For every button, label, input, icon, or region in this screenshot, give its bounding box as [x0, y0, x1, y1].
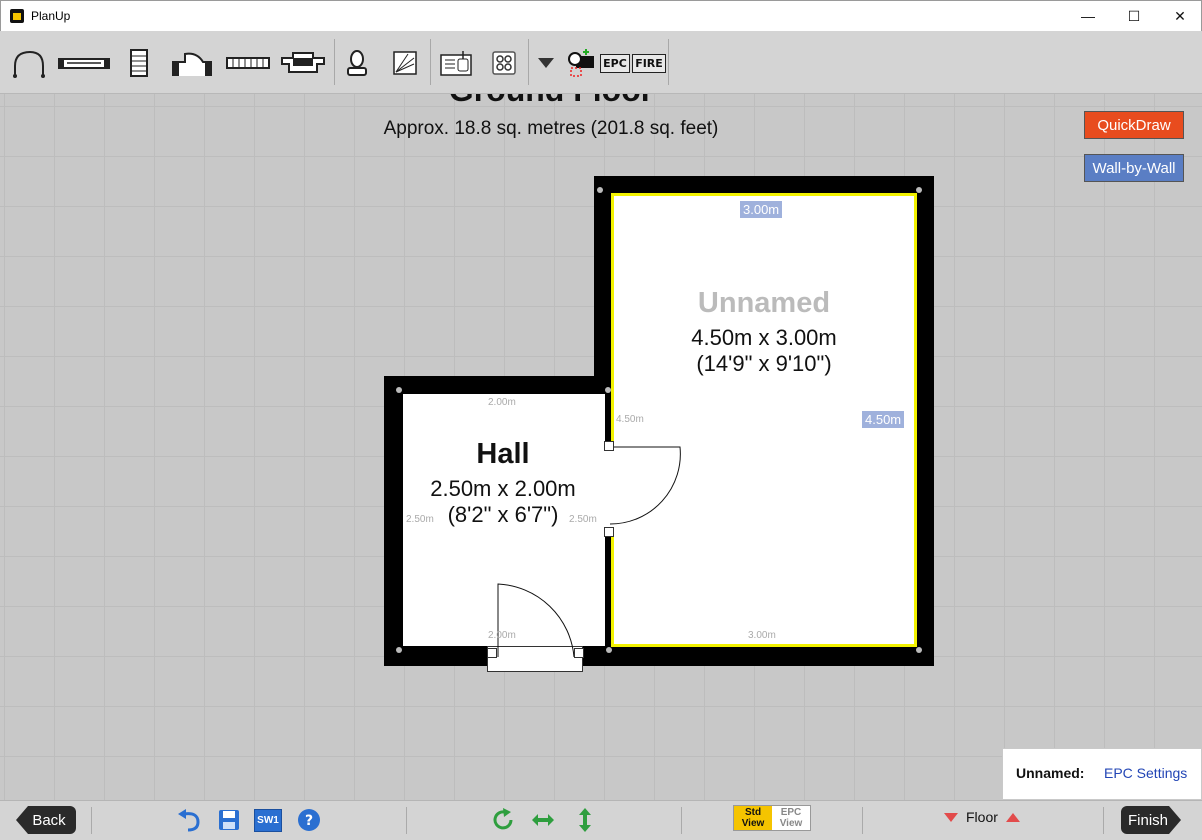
- toolbar: EPC FIRE: [0, 31, 1202, 94]
- epc-button[interactable]: EPC: [600, 41, 630, 85]
- svg-text:?: ?: [305, 813, 313, 829]
- door-hinge-handle[interactable]: [487, 648, 497, 658]
- boiler-tool-icon[interactable]: [342, 41, 372, 85]
- sink-tool-icon[interactable]: [438, 41, 474, 85]
- rotate-icon[interactable]: [490, 807, 516, 833]
- corner-handle[interactable]: [396, 647, 402, 653]
- std-view-label: View: [741, 818, 765, 829]
- app-icon: [10, 9, 24, 23]
- unnamed-left-dimension: 4.50m: [616, 414, 644, 425]
- hob-tool-icon[interactable]: [490, 41, 518, 85]
- toolbar-separator: [528, 39, 529, 85]
- unnamed-top-dimension[interactable]: 3.00m: [740, 201, 783, 218]
- view-toggle[interactable]: Std View EPC View: [733, 805, 811, 831]
- back-button[interactable]: Back: [16, 806, 76, 834]
- flip-horizontal-icon[interactable]: [530, 807, 556, 833]
- floor-area: Approx. 18.8 sq. metres (201.8 sq. feet): [383, 118, 719, 139]
- floor-selector: Floor: [944, 809, 1020, 825]
- dropdown-arrow-icon[interactable]: [536, 41, 556, 85]
- title-bar: PlanUp — ☐ ✕: [0, 0, 1202, 31]
- wall-by-wall-button[interactable]: Wall-by-Wall: [1084, 154, 1184, 182]
- window-title: PlanUp: [31, 9, 71, 23]
- floor-plan-canvas[interactable]: Ground Floor Approx. 18.8 sq. metres (20…: [0, 94, 1202, 800]
- floor-up-icon[interactable]: [1005, 812, 1020, 822]
- bottom-separator: [681, 807, 682, 834]
- minimize-button[interactable]: —: [1065, 1, 1111, 31]
- radiator-tool-icon[interactable]: [224, 41, 272, 85]
- corner-handle[interactable]: [605, 387, 611, 393]
- unnamed-bottom-dimension: 3.00m: [748, 630, 776, 641]
- unnamed-room-imperial: (14'9" x 9'10"): [696, 351, 832, 376]
- hall-room-imperial: (8'2" x 6'7"): [447, 502, 559, 527]
- unnamed-right-dimension[interactable]: 4.50m: [862, 411, 905, 428]
- door-hinge-handle[interactable]: [604, 441, 614, 451]
- toolbar-separator: [334, 39, 335, 85]
- internal-door-swing-icon[interactable]: [600, 439, 690, 539]
- close-button[interactable]: ✕: [1157, 1, 1202, 31]
- bottom-separator: [862, 807, 863, 834]
- label-tool-icon[interactable]: [390, 41, 420, 85]
- quickdraw-button[interactable]: QuickDraw: [1084, 111, 1184, 139]
- floor-label: Floor: [966, 809, 998, 825]
- floor-title: Ground Floor: [0, 94, 1202, 109]
- corner-handle[interactable]: [916, 187, 922, 193]
- bay-tool-icon[interactable]: [278, 41, 328, 85]
- std-view-label: Std: [744, 807, 762, 818]
- toolbar-separator: [430, 39, 431, 85]
- finish-button[interactable]: Finish: [1121, 806, 1181, 834]
- epc-room-label: Unnamed:: [1016, 765, 1085, 781]
- epc-label: EPC: [600, 53, 630, 73]
- std-view-button[interactable]: Std View: [734, 806, 772, 830]
- corner-handle[interactable]: [916, 647, 922, 653]
- unnamed-room-name[interactable]: Unnamed: [612, 287, 916, 320]
- corner-handle[interactable]: [597, 187, 603, 193]
- epc-view-label: View: [779, 818, 803, 829]
- help-icon[interactable]: ?: [296, 807, 322, 833]
- save-icon[interactable]: [216, 807, 242, 833]
- bottom-separator: [1103, 807, 1104, 834]
- hall-bottom-dimension: 2.00m: [488, 630, 516, 641]
- fire-label: FIRE: [632, 53, 666, 73]
- door-hinge-handle[interactable]: [574, 648, 584, 658]
- epc-view-button[interactable]: EPC View: [772, 806, 810, 830]
- epc-settings-link[interactable]: EPC Settings: [1104, 765, 1187, 781]
- door-tool-icon[interactable]: [8, 41, 48, 85]
- sw1-label: SW1: [254, 808, 282, 832]
- window-tool-icon[interactable]: [56, 41, 112, 85]
- epc-panel: Unnamed: EPC Settings: [1002, 748, 1202, 800]
- sw1-button[interactable]: SW1: [254, 807, 282, 833]
- flip-vertical-icon[interactable]: [572, 807, 598, 833]
- undo-icon[interactable]: [176, 807, 202, 833]
- bottom-separator: [91, 807, 92, 834]
- front-door-swing-icon[interactable]: [490, 579, 585, 659]
- opening-tool-icon[interactable]: [168, 41, 216, 85]
- maximize-button[interactable]: ☐: [1111, 1, 1157, 31]
- bottom-bar: Back SW1 ? Std View EPC View Floor Finis…: [0, 800, 1202, 840]
- door-hinge-handle[interactable]: [604, 527, 614, 537]
- stairs-tool-icon[interactable]: [124, 41, 154, 85]
- hall-room-name[interactable]: Hall: [403, 438, 603, 471]
- fire-button[interactable]: FIRE: [632, 41, 666, 85]
- hall-top-dimension: 2.00m: [488, 397, 516, 408]
- add-object-icon[interactable]: [566, 41, 596, 85]
- bottom-separator: [406, 807, 407, 834]
- unnamed-room-metric: 4.50m x 3.00m: [691, 325, 837, 350]
- corner-handle[interactable]: [396, 387, 402, 393]
- hall-room-metric: 2.50m x 2.00m: [430, 476, 576, 501]
- epc-view-label: EPC: [780, 807, 802, 818]
- corner-handle[interactable]: [606, 647, 612, 653]
- toolbar-separator: [668, 39, 669, 85]
- floor-down-icon[interactable]: [944, 812, 958, 822]
